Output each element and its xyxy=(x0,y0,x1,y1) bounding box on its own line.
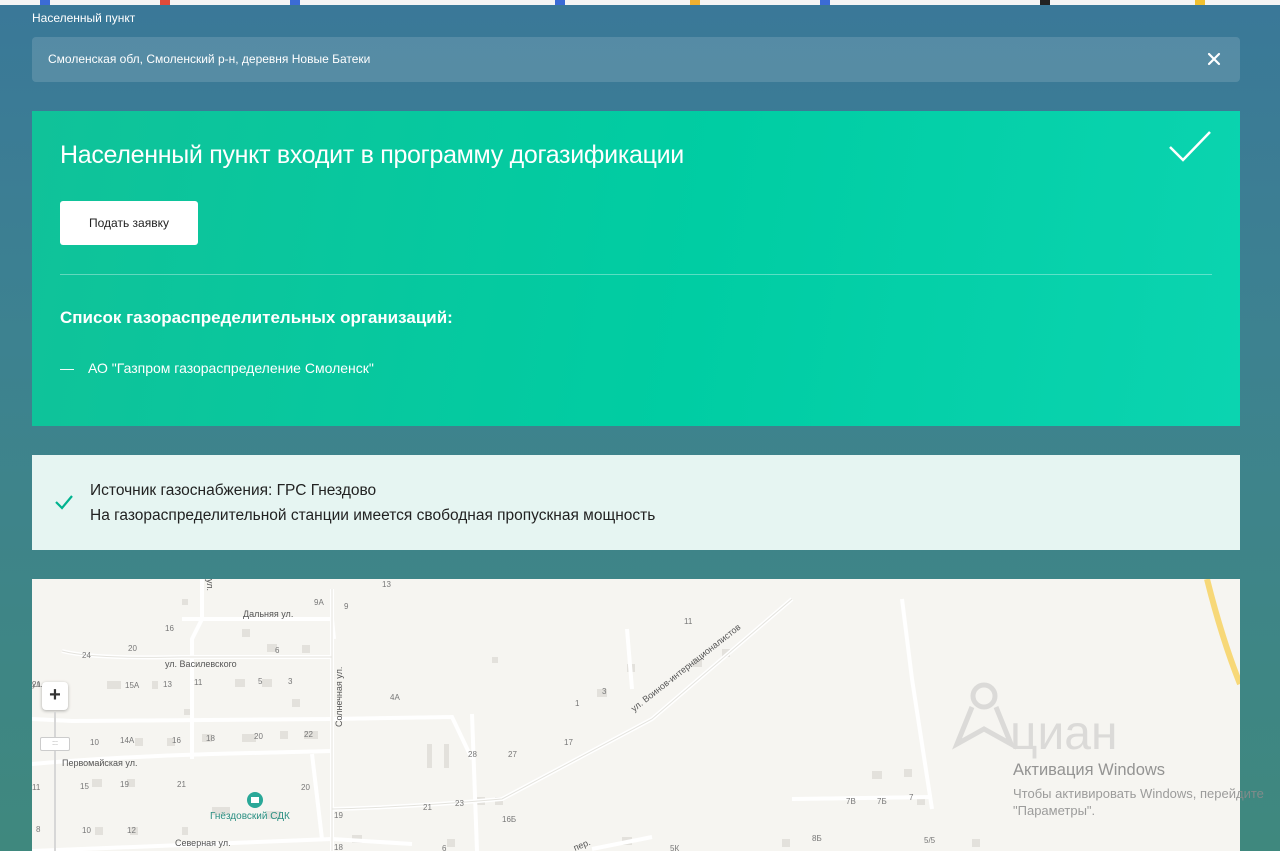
house-number: 10 xyxy=(90,738,99,747)
house-number: 5К xyxy=(670,844,679,851)
street-label: ул. Василевского xyxy=(165,659,237,669)
cian-brand-text: циан xyxy=(1010,707,1118,760)
house-number: 20 xyxy=(128,644,137,653)
house-number: 6 xyxy=(275,646,280,655)
house-number: 11 xyxy=(684,617,693,626)
card-divider xyxy=(60,274,1212,275)
street-label: Дальняя ул. xyxy=(243,609,293,619)
map-roads xyxy=(32,579,934,851)
list-dash: — xyxy=(60,360,74,376)
house-number: 7Б xyxy=(877,797,887,806)
settlement-input-value: Смоленская обл, Смоленский р-н, деревня … xyxy=(48,52,371,66)
house-number: 15А xyxy=(125,681,140,690)
house-number: 1 xyxy=(575,699,580,708)
eligibility-title: Населенный пункт входит в программу дога… xyxy=(60,141,684,169)
house-number: 18 xyxy=(206,734,215,743)
map-view[interactable]: Дальняя ул. ул. Василевского Солнечная у… xyxy=(32,579,1240,851)
house-number: 15 xyxy=(80,782,89,791)
settlement-field-label: Населенный пункт xyxy=(32,11,136,25)
house-number: 19 xyxy=(334,811,343,820)
poi-label[interactable]: Гнёздовский СДК xyxy=(210,811,290,822)
checkmark-icon xyxy=(1169,131,1211,162)
gas-source-name: Источник газоснабжения: ГРС Гнездово xyxy=(90,482,377,499)
highway xyxy=(1204,579,1240,686)
gas-organization-item: — АО "Газпром газораспределение Смоленск" xyxy=(60,360,374,376)
gas-organization-name: АО "Газпром газораспределение Смоленск" xyxy=(88,360,374,376)
house-number: 19 xyxy=(120,780,129,789)
checkmark-icon xyxy=(55,495,73,510)
street-label: Северная ул. xyxy=(175,838,231,848)
house-number: 11 xyxy=(194,678,203,687)
house-number: 13 xyxy=(163,680,172,689)
house-number: 17 xyxy=(564,738,573,747)
house-number: 20 xyxy=(254,732,263,741)
house-number: 3 xyxy=(288,677,293,686)
house-number: 10 xyxy=(82,826,91,835)
house-number: 13 xyxy=(382,580,391,589)
gas-source-info: Источник газоснабжения: ГРС Гнездово На … xyxy=(32,455,1240,550)
house-number: 28 xyxy=(468,750,477,759)
eligibility-result-card: Населенный пункт входит в программу дога… xyxy=(32,111,1240,426)
house-number: 21 xyxy=(177,780,186,789)
house-number: 16 xyxy=(172,736,181,745)
house-number: 16 xyxy=(165,624,174,633)
house-number: 22 xyxy=(304,730,313,739)
house-number: 14А xyxy=(120,736,135,745)
house-number: 16Б xyxy=(502,815,516,824)
submit-application-button[interactable]: Подать заявку xyxy=(60,201,198,245)
house-number: 4А xyxy=(390,693,400,702)
house-number: 21 xyxy=(32,680,41,689)
house-number: 7 xyxy=(909,793,914,802)
map-canvas[interactable]: Дальняя ул. ул. Василевского Солнечная у… xyxy=(32,579,1240,851)
street-label: Первомайская ул. xyxy=(62,758,137,768)
house-number: 6 xyxy=(442,844,447,851)
house-number: 5 xyxy=(258,677,263,686)
house-number: 12 xyxy=(127,826,136,835)
house-number: 18 xyxy=(334,843,343,851)
street-label: пер. xyxy=(572,837,592,851)
house-number: 21 xyxy=(423,803,432,812)
house-number: 7В xyxy=(846,797,856,806)
zoom-slider-handle[interactable]: ::: xyxy=(40,737,70,751)
street-label: ул. Воинов-интернационалистов xyxy=(629,622,743,714)
gas-organizations-heading: Список газораспределительных организаций… xyxy=(60,308,453,327)
house-number: 9 xyxy=(344,602,349,611)
settlement-input[interactable]: Смоленская обл, Смоленский р-н, деревня … xyxy=(32,37,1240,82)
house-number: 20 xyxy=(301,783,310,792)
house-number: 3 xyxy=(602,687,607,696)
house-number: 24 xyxy=(82,651,91,660)
house-number: 11 xyxy=(32,783,41,792)
close-icon[interactable] xyxy=(1204,49,1224,69)
street-label: Солнечная ул. xyxy=(334,667,344,727)
house-number: 8Б xyxy=(812,834,822,843)
street-label: ул. xyxy=(205,579,215,591)
house-number: 23 xyxy=(455,799,464,808)
browser-bookmarks-strip xyxy=(0,0,1280,5)
house-number: 5/5 xyxy=(924,836,936,845)
house-number: 27 xyxy=(508,750,517,759)
house-number: 9А xyxy=(314,598,324,607)
house-number: 8 xyxy=(36,825,41,834)
cian-logo-watermark: циан xyxy=(952,682,1118,760)
map-buildings xyxy=(92,599,980,847)
zoom-in-button[interactable]: + xyxy=(42,682,68,710)
gas-capacity-status: На газораспределительной станции имеется… xyxy=(90,507,656,524)
zoom-slider-track[interactable] xyxy=(54,712,56,851)
